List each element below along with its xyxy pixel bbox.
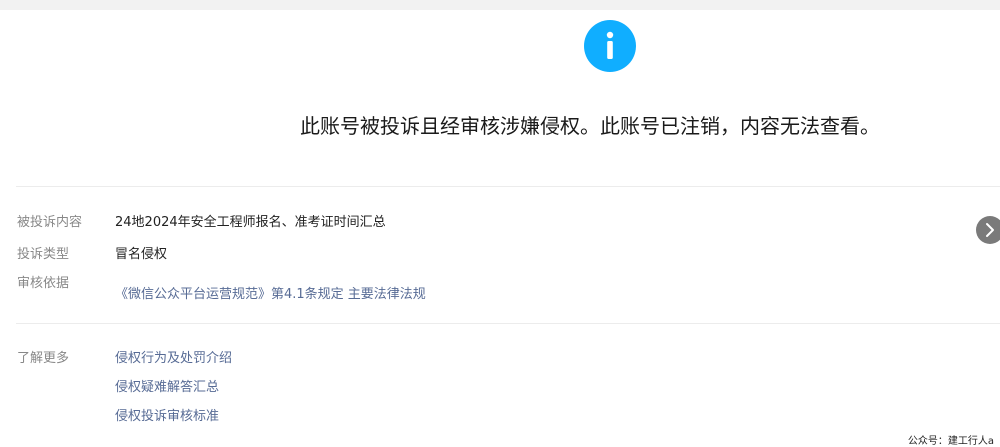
complaint-type-label: 投诉类型 [17, 247, 70, 262]
complaint-content-value: 24地2024年安全工程师报名、准考证时间汇总 [115, 215, 386, 230]
top-bar [0, 0, 1000, 10]
divider [16, 186, 1000, 187]
learn-more-label: 了解更多 [17, 351, 70, 366]
review-basis-link[interactable]: 《微信公众平台运营规范》第4.1条规定 主要法律法规 [115, 283, 426, 302]
chevron-right-icon [986, 223, 994, 237]
review-basis-label: 审核依据 [17, 276, 70, 291]
next-button[interactable] [976, 216, 1000, 244]
divider [16, 323, 1000, 324]
info-icon [584, 20, 636, 72]
page-title: 此账号被投诉且经审核涉嫌侵权。此账号已注销，内容无法查看。 [300, 114, 880, 138]
learn-more-link-standards[interactable]: 侵权投诉审核标准 [115, 405, 219, 424]
complaint-type-value: 冒名侵权 [115, 247, 168, 262]
learn-more-link-penalties[interactable]: 侵权行为及处罚介绍 [115, 347, 232, 366]
watermark-credit: 公众号：建工行人a [907, 436, 994, 447]
learn-more-link-faq[interactable]: 侵权疑难解答汇总 [115, 376, 219, 395]
complaint-content-label: 被投诉内容 [17, 215, 83, 230]
